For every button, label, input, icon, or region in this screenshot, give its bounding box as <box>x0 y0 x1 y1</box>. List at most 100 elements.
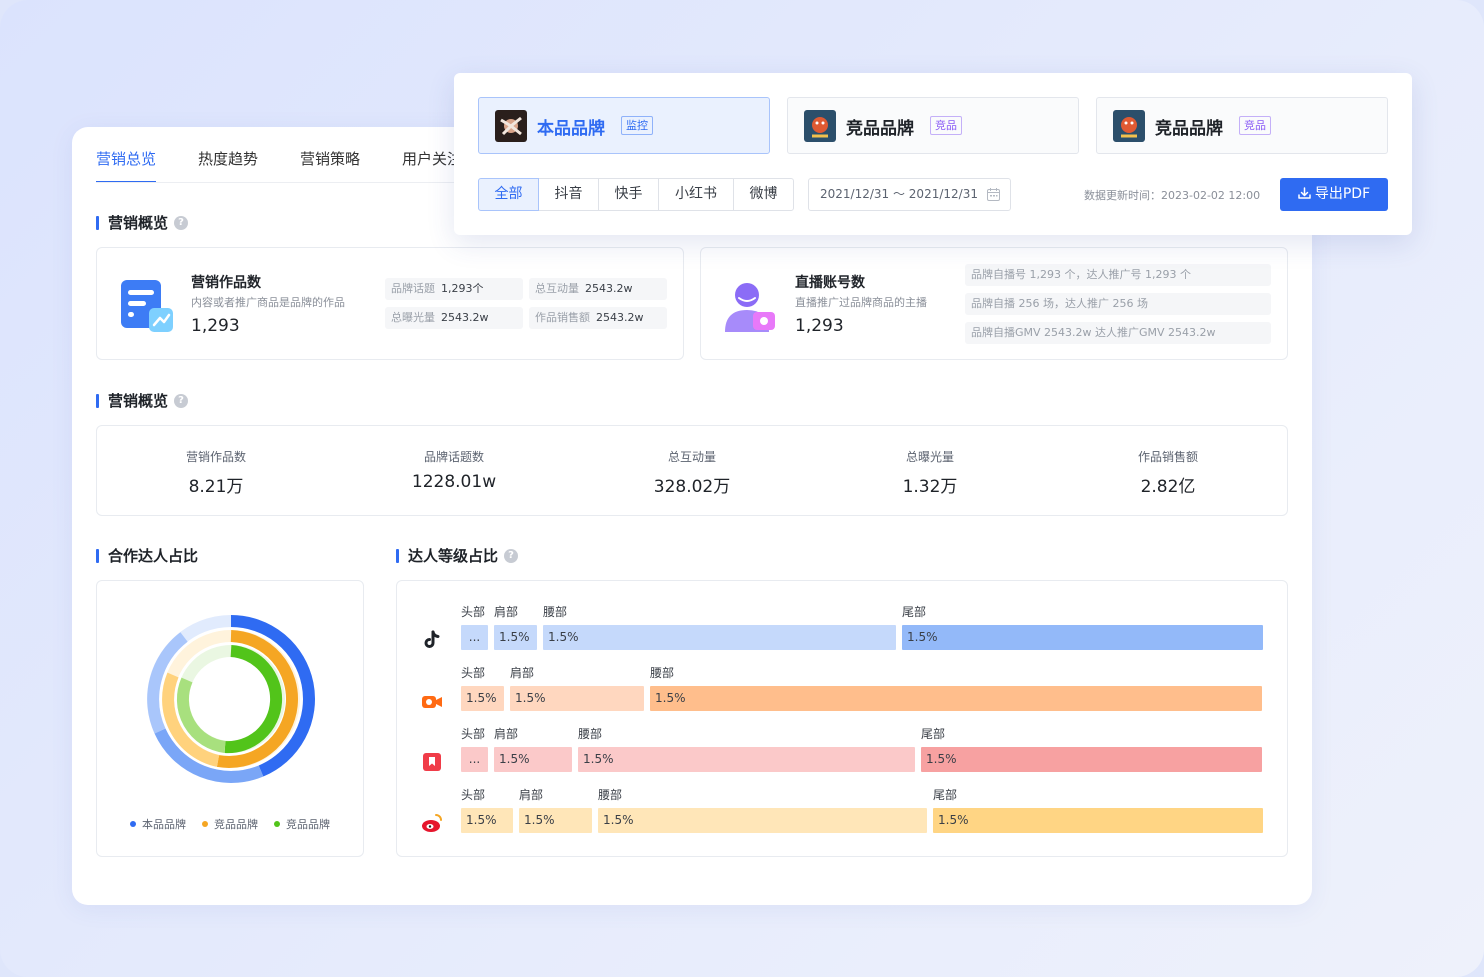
segment-label: 尾部 <box>921 727 946 741</box>
tab-marketing-strategy[interactable]: 营销策略 <box>300 147 360 183</box>
segment-bar[interactable]: 1.5% <box>461 808 513 833</box>
segment-bar[interactable]: 1.5% <box>461 686 504 711</box>
xiaohongshu-icon <box>423 753 441 771</box>
segment-bar[interactable]: 1.5% <box>578 747 915 772</box>
metric-sales: 作品销售额 2.82亿 <box>1137 450 1198 497</box>
works-stat-card: 营销作品数 内容或者推广商品是品牌的作品 1,293 品牌话题 1,293个 总互… <box>96 247 684 360</box>
segment-label: 腰部 <box>578 727 603 741</box>
legend-item-competitor-1[interactable]: 竞品品牌 <box>202 816 258 832</box>
live-stat-name: 直播账号数 <box>795 275 865 291</box>
brand-tile-competitor-2[interactable]: 竞品品牌 竞品 <box>1096 97 1388 154</box>
chip-live-accounts: 品牌自播号 1,293 个，达人推广号 1,293 个 <box>965 264 1271 286</box>
metric-topics: 品牌话题数 1228.01w <box>411 450 497 492</box>
segment-bar[interactable]: ... <box>461 625 488 650</box>
live-stat-card: 直播账号数 直播推广过品牌商品的主播 1,293 品牌自播号 1,293 个，达… <box>700 247 1288 360</box>
segment-label: 肩部 <box>494 727 519 741</box>
segment-bar[interactable]: 1.5% <box>519 808 592 833</box>
date-range-text: 2021/12/31 ～ 2021/12/31 <box>820 187 978 201</box>
live-stat-desc: 直播推广过品牌商品的主播 <box>795 296 927 309</box>
dashboard-card: 营销总览 热度趋势 营销策略 用户关注 营销概览 ? 营销作品数 内容或者推广商… <box>72 127 1312 905</box>
segment-label: 腰部 <box>543 605 568 619</box>
export-pdf-button[interactable]: 导出PDF <box>1280 178 1388 211</box>
chip-live-sessions: 品牌自播 256 场，达人推广 256 场 <box>965 293 1271 315</box>
brand-name: 本品品牌 <box>537 119 605 139</box>
legend-dot-icon <box>274 821 280 827</box>
tab-marketing-overview[interactable]: 营销总览 <box>96 147 157 183</box>
segment-bar[interactable]: 1.5% <box>598 808 927 833</box>
filter-douyin[interactable]: 抖音 <box>538 178 599 211</box>
help-icon[interactable]: ? <box>504 549 519 563</box>
platform-filter: 全部 抖音 快手 小红书 微博 <box>478 178 794 211</box>
segment-label: 肩部 <box>510 666 535 680</box>
segment-label: 肩部 <box>519 788 544 802</box>
segment-bar[interactable]: 1.5% <box>494 625 537 650</box>
metric-exposure: 总曝光量 1.32万 <box>902 450 958 497</box>
filter-xiaohongshu[interactable]: 小红书 <box>658 178 734 211</box>
level-share-card: 头部... 肩部 1.5% 腰部 1.5% 尾部 1.5% 头部 1.5% 肩部 1.5% 腰部 1.… <box>396 580 1288 857</box>
segment-label: 尾部 <box>902 605 927 619</box>
works-stat-name: 营销作品数 <box>191 275 261 291</box>
legend-dot-icon <box>202 821 208 827</box>
brand-name: 竞品品牌 <box>1155 119 1223 139</box>
segment-bar[interactable]: 1.5% <box>933 808 1263 833</box>
section-title-cooperation: 合作达人占比 <box>96 546 198 566</box>
segment-label: 尾部 <box>933 788 958 802</box>
level-row-xiaohongshu: 头部... 肩部 1.5% 腰部 1.5% 尾部 1.5% <box>397 725 1287 781</box>
filter-all[interactable]: 全部 <box>478 178 539 211</box>
section-title-overview: 营销概览 ? <box>96 213 189 233</box>
segment-bar[interactable]: 1.5% <box>494 747 572 772</box>
brand-name: 竞品品牌 <box>846 119 914 139</box>
overview-metrics: 营销作品数 8.21万 品牌话题数 1228.01w 总互动量 328.02万 … <box>96 425 1288 516</box>
chip-total-interaction: 总互动量 2543.2w <box>529 278 667 300</box>
segment-bar[interactable]: 1.5% <box>543 625 896 650</box>
calendar-icon <box>987 188 1000 201</box>
kuaishou-icon <box>422 696 442 708</box>
segment-label: 头部 <box>461 727 486 741</box>
works-stat-desc: 内容或者推广商品是品牌的作品 <box>191 296 345 309</box>
brand-filter-panel: 本品品牌 监控 竞品品牌 竞品 竞品品牌 竞品 全部 抖音 快手 小红书 微博 … <box>454 73 1412 235</box>
segment-label: 腰部 <box>650 666 675 680</box>
segment-bar[interactable]: ... <box>461 747 488 772</box>
help-icon[interactable]: ? <box>174 216 189 230</box>
legend-item-competitor-2[interactable]: 竞品品牌 <box>274 816 330 832</box>
chip-live-gmv: 品牌自播GMV 2543.2w 达人推广GMV 2543.2w <box>965 322 1271 344</box>
section-title-level: 达人等级占比 ? <box>396 546 519 566</box>
live-stat-value: 1,293 <box>795 316 844 336</box>
filter-kuaishou[interactable]: 快手 <box>598 178 659 211</box>
brand-badge: 竞品 <box>930 116 962 135</box>
segment-label: 头部 <box>461 788 486 802</box>
legend-item-self[interactable]: 本品品牌 <box>130 816 186 832</box>
works-stat-value: 1,293 <box>191 316 240 336</box>
works-document-icon <box>121 280 173 332</box>
segment-bar[interactable]: 1.5% <box>510 686 644 711</box>
segment-label: 肩部 <box>494 605 519 619</box>
cooperation-donut-card: 本品品牌 竞品品牌 竞品品牌 <box>96 580 364 857</box>
brand-tile-self[interactable]: 本品品牌 监控 <box>478 97 770 154</box>
level-row-weibo: 头部 1.5% 肩部 1.5% 腰部 1.5% 尾部 1.5% <box>397 786 1287 842</box>
level-row-douyin: 头部... 肩部 1.5% 腰部 1.5% 尾部 1.5% <box>397 603 1287 659</box>
filter-weibo[interactable]: 微博 <box>733 178 794 211</box>
segment-bar[interactable]: 1.5% <box>921 747 1262 772</box>
segment-label: 头部 <box>461 666 486 680</box>
chip-brand-topic: 品牌话题 1,293个 <box>385 278 523 300</box>
level-row-kuaishou: 头部 1.5% 肩部 1.5% 腰部 1.5% <box>397 664 1287 720</box>
weibo-icon <box>422 814 442 832</box>
chip-total-exposure: 总曝光量 2543.2w <box>385 307 523 329</box>
brand-tile-competitor-1[interactable]: 竞品品牌 竞品 <box>787 97 1079 154</box>
segment-label: 头部 <box>461 605 486 619</box>
section-title-overview-2: 营销概览 ? <box>96 391 189 411</box>
douyin-icon <box>424 630 440 648</box>
brand-logo-icon <box>495 110 527 142</box>
segment-bar[interactable]: 1.5% <box>902 625 1263 650</box>
segment-bar[interactable]: 1.5% <box>650 686 1262 711</box>
donut-legend: 本品品牌 竞品品牌 竞品品牌 <box>97 816 363 832</box>
brand-badge: 竞品 <box>1239 116 1271 135</box>
brand-logo-icon <box>804 110 836 142</box>
tab-heat-trend[interactable]: 热度趋势 <box>198 147 258 183</box>
help-icon[interactable]: ? <box>174 394 189 408</box>
download-icon <box>1298 187 1311 199</box>
date-range-picker[interactable]: 2021/12/31 ～ 2021/12/31 <box>808 178 1011 211</box>
brand-badge: 监控 <box>621 116 653 135</box>
brand-logo-icon <box>1113 110 1145 142</box>
metric-interaction: 总互动量 328.02万 <box>653 450 731 497</box>
